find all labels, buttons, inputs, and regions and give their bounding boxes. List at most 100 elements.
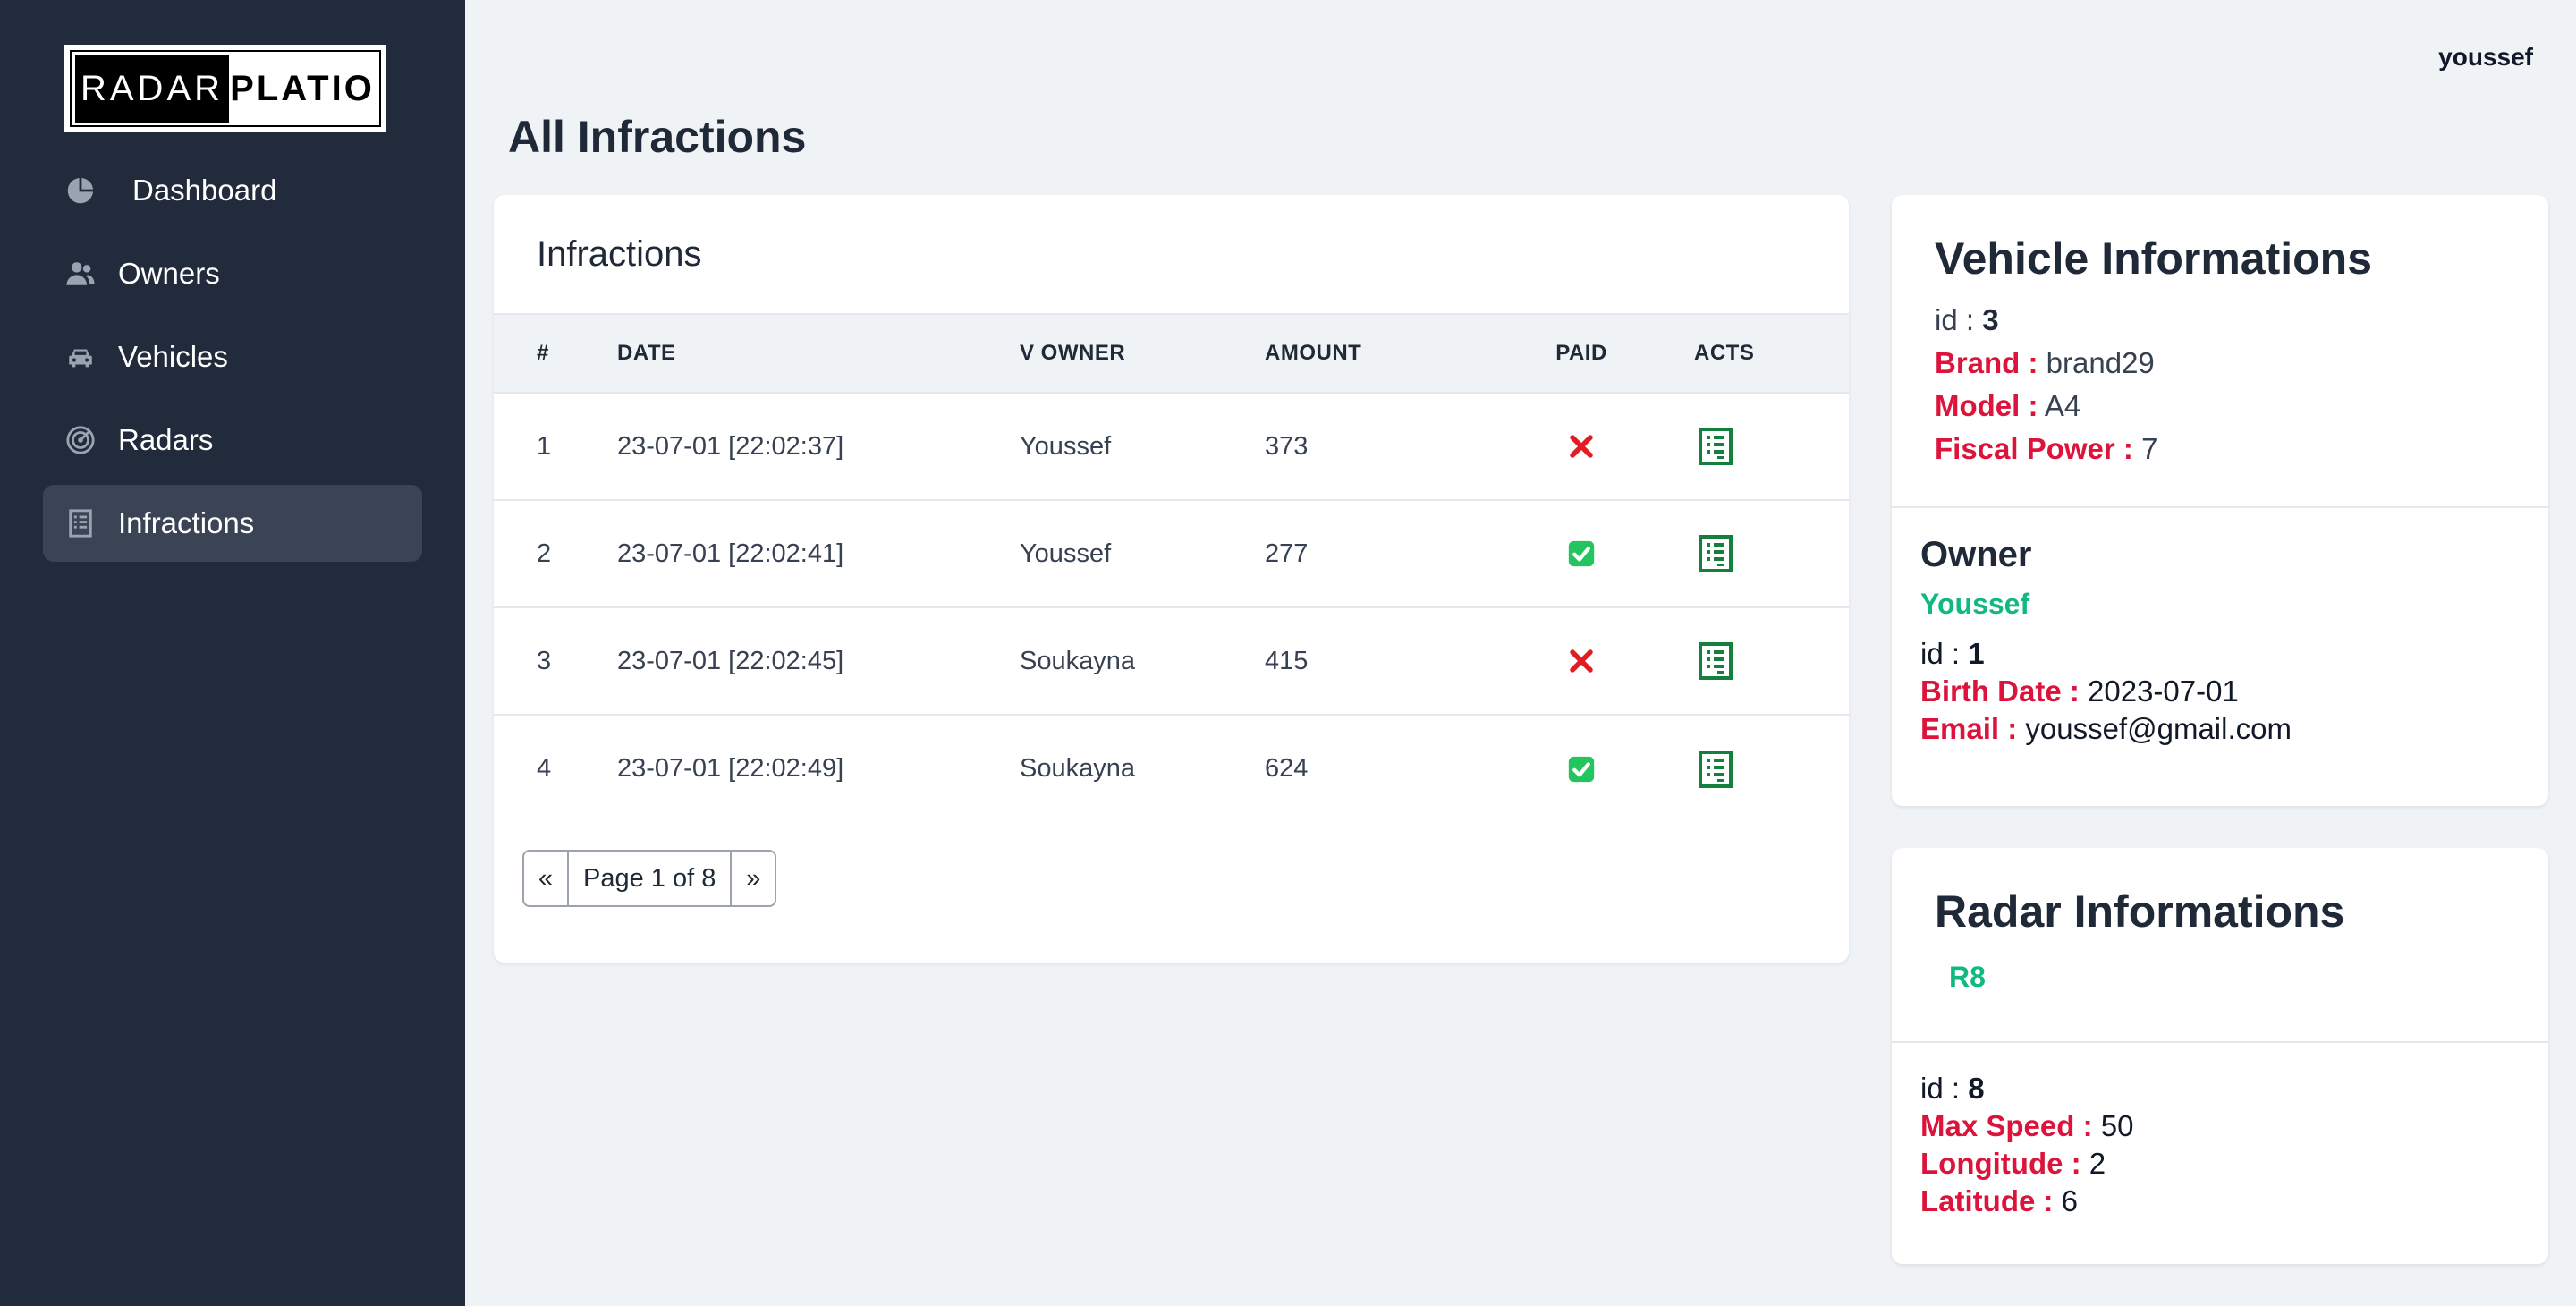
owner-section: Owner Youssef id : 1 Birth Date : 2023-0… (1892, 508, 2548, 748)
next-page-button[interactable]: » (732, 852, 775, 905)
pagination: « Page 1 of 8 » (522, 850, 777, 907)
sidebar-item-label: Dashboard (132, 174, 277, 207)
vehicle-model-label: Model : (1935, 389, 2038, 422)
page-title: All Infractions (508, 112, 807, 162)
owner-id-label: id : (1920, 637, 1961, 670)
receipt-action-icon[interactable] (1698, 750, 1733, 789)
sidebar-item-owners[interactable]: Owners (43, 235, 422, 312)
cell-owner: Youssef (1020, 539, 1112, 568)
table-row: 1 23-07-01 [22:02:37] Youssef 373 (494, 393, 1849, 500)
owner-id-row: id : 1 (1920, 635, 2520, 673)
sidebar-item-vehicles[interactable]: Vehicles (43, 318, 422, 395)
cell-amount: 415 (1265, 646, 1309, 675)
cell-number: 1 (537, 431, 552, 461)
sidebar-item-infractions[interactable]: Infractions (43, 485, 422, 562)
radar-longitude-row: Longitude : 2 (1920, 1145, 2520, 1183)
radar-info-card: Radar Informations R8 id : 8 Max Speed :… (1892, 848, 2548, 1264)
radar-latitude-value: 6 (2061, 1184, 2079, 1217)
app-logo[interactable]: RADAR PLATIO (64, 45, 386, 132)
cell-acts (1674, 393, 1849, 500)
vehicle-id-row: id : 3 (1935, 299, 2505, 342)
column-header-number: # (537, 341, 549, 365)
radar-id-row: id : 8 (1920, 1070, 2520, 1107)
cell-owner: Soukayna (1020, 646, 1135, 675)
radar-info-title: Radar Informations (1935, 886, 2345, 937)
sidebar-item-label: Owners (118, 257, 220, 290)
column-header-paid: PAID (1555, 341, 1607, 365)
vehicle-model-row: Model : A4 (1935, 385, 2505, 428)
table-row: 2 23-07-01 [22:02:41] Youssef 277 (494, 500, 1849, 607)
cell-paid (1488, 607, 1674, 715)
cell-acts (1674, 500, 1849, 607)
sidebar: RADAR PLATIO Dashboard Owners Vehicles R… (0, 0, 465, 1306)
cell-amount: 624 (1265, 754, 1309, 783)
owner-id-value: 1 (1968, 637, 1985, 670)
radar-id-label: id : (1920, 1072, 1961, 1105)
cell-paid (1488, 500, 1674, 607)
cell-owner: Youssef (1020, 431, 1112, 461)
vehicle-info-card: Vehicle Informations id : 3 Brand : bran… (1892, 195, 2548, 806)
receipt-action-icon[interactable] (1698, 427, 1733, 466)
radar-details: id : 8 Max Speed : 50 Longitude : 2 Lati… (1892, 1043, 2548, 1220)
receipt-icon (64, 507, 97, 539)
radar-longitude-label: Longitude : (1920, 1147, 2081, 1180)
radar-speed-row: Max Speed : 50 (1920, 1107, 2520, 1145)
vehicle-brand-row: Brand : brand29 (1935, 342, 2505, 385)
logo-text-radar: RADAR (75, 55, 229, 123)
radar-latitude-label: Latitude : (1920, 1184, 2054, 1217)
infractions-card: Infractions # DATE V OWNER AMOUNT PAID A… (494, 195, 1849, 963)
logo-text-platio: PLATIO (230, 68, 375, 108)
cell-date: 23-07-01 [22:02:45] (617, 646, 844, 675)
pie-chart-icon (64, 174, 97, 207)
cell-acts (1674, 607, 1849, 715)
table-header-row: # DATE V OWNER AMOUNT PAID ACTS (494, 314, 1849, 393)
radar-longitude-value: 2 (2089, 1147, 2106, 1180)
owner-email-label: Email : (1920, 712, 2018, 745)
cell-date: 23-07-01 [22:02:49] (617, 754, 844, 783)
cell-acts (1674, 715, 1849, 822)
cell-number: 2 (537, 539, 552, 568)
cell-date: 23-07-01 [22:02:37] (617, 431, 844, 461)
vehicle-fiscal-row: Fiscal Power : 7 (1935, 428, 2505, 471)
paid-check-icon (1568, 541, 1595, 567)
receipt-action-icon[interactable] (1698, 641, 1733, 681)
table-row: 3 23-07-01 [22:02:45] Soukayna 415 (494, 607, 1849, 715)
vehicle-info-title: Vehicle Informations (1935, 233, 2373, 284)
paid-check-icon (1568, 756, 1595, 782)
table-row: 4 23-07-01 [22:02:49] Soukayna 624 (494, 715, 1849, 822)
vehicle-model-value: A4 (2044, 389, 2081, 422)
infractions-table: # DATE V OWNER AMOUNT PAID ACTS 1 23-07-… (494, 313, 1849, 822)
vehicle-brand-label: Brand : (1935, 346, 2038, 379)
sidebar-item-dashboard[interactable]: Dashboard (43, 152, 422, 229)
user-name[interactable]: youssef (2438, 43, 2533, 72)
unpaid-cross-icon (1570, 435, 1593, 458)
sidebar-item-label: Vehicles (118, 340, 228, 373)
sidebar-item-label: Infractions (118, 506, 255, 539)
owner-email-row: Email : youssef@gmail.com (1920, 710, 2520, 748)
page-indicator: Page 1 of 8 (567, 852, 733, 905)
receipt-action-icon[interactable] (1698, 534, 1733, 573)
owner-email-value: youssef@gmail.com (2025, 712, 2292, 745)
owner-name: Youssef (1920, 588, 2030, 620)
vehicle-id-value: 3 (1982, 303, 1999, 336)
users-icon (64, 258, 97, 290)
cell-date: 23-07-01 [22:02:41] (617, 539, 844, 568)
cell-paid (1488, 715, 1674, 822)
sidebar-item-radars[interactable]: Radars (43, 402, 422, 479)
radar-speed-value: 50 (2100, 1109, 2134, 1142)
column-header-acts: ACTS (1694, 341, 1755, 365)
radar-id-value: 8 (1968, 1072, 1985, 1105)
cell-paid (1488, 393, 1674, 500)
column-header-date: DATE (617, 341, 676, 365)
cell-amount: 277 (1265, 539, 1309, 568)
sidebar-nav: Dashboard Owners Vehicles Radars Infract… (43, 152, 422, 568)
radar-info-section: Radar Informations R8 (1892, 848, 2548, 1043)
vehicle-brand-value: brand29 (2046, 346, 2155, 379)
owner-birth-row: Birth Date : 2023-07-01 (1920, 673, 2520, 710)
owner-title: Owner (1920, 535, 2032, 574)
radar-speed-label: Max Speed : (1920, 1109, 2093, 1142)
radar-icon (64, 424, 97, 456)
previous-page-button[interactable]: « (524, 852, 567, 905)
unpaid-cross-icon (1570, 649, 1593, 673)
cell-number: 4 (537, 754, 552, 783)
